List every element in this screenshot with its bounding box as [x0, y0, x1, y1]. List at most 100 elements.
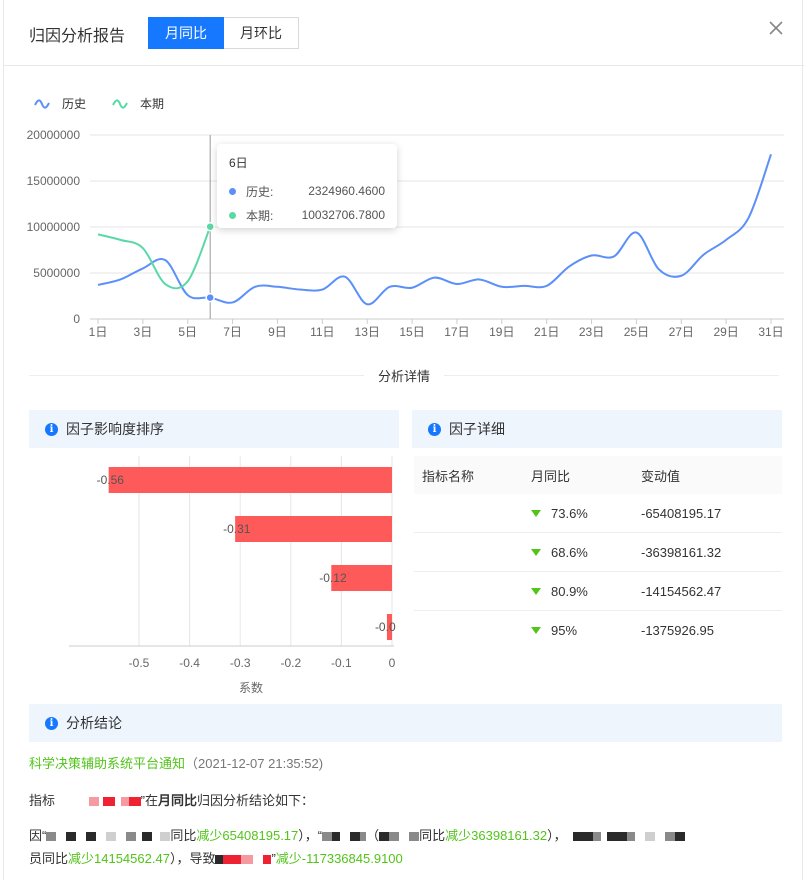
- tab-month-yoy[interactable]: 月同比: [148, 17, 224, 49]
- series-line-history: [97, 153, 772, 306]
- y-tick-label: 15000000: [27, 174, 81, 188]
- x-tick-label: -0.5: [129, 656, 150, 670]
- conclusion-line-2: 因“ 同比减少65408195.17），“ （同比减少36398161.32），: [29, 825, 685, 844]
- text-bold: 月同比: [157, 793, 197, 808]
- notice-time: （2021-12-07 21:35:52): [185, 756, 324, 771]
- modal-title: 归因分析报告: [29, 28, 126, 45]
- table-row: 73.6% -65408195.17: [414, 494, 782, 533]
- y-tick-label: 20000000: [27, 128, 81, 142]
- panel-title: 因子影响度排序: [66, 421, 164, 437]
- series-line-current: [97, 226, 212, 290]
- panel-title: 因子详细: [449, 421, 505, 437]
- cell-change: -14154562.47: [641, 583, 722, 599]
- redacted-block: [215, 851, 272, 866]
- factor-ranking-header: i 因子影响度排序: [29, 410, 399, 448]
- cell-ratio: 80.9%: [521, 584, 631, 599]
- cell-ratio: 73.6%: [521, 506, 631, 521]
- text: 归因分析结论如下：: [197, 793, 315, 808]
- text: 同比: [170, 828, 197, 843]
- text: ），“: [298, 828, 323, 843]
- hover-point: [205, 292, 215, 303]
- ratio-value: 95%: [551, 623, 578, 638]
- table-row: 95% -1375926.95: [414, 611, 782, 650]
- x-tick-label: 27日: [669, 325, 694, 339]
- text: 因“: [29, 828, 47, 843]
- legend-label: 本期: [140, 97, 165, 111]
- cell-name: [414, 572, 521, 611]
- cell-change: -65408195.17: [641, 505, 722, 521]
- text: 员同比: [29, 851, 69, 866]
- tooltip-row-current: 本期: 10032706.7800: [229, 203, 385, 227]
- factor-bar: [108, 467, 392, 493]
- redacted-block: [322, 828, 367, 843]
- x-tick-label: -0.1: [331, 656, 352, 670]
- conclusion-line-3: 员同比减少14154562.47），导致 ”减少-117336845.9100: [29, 848, 403, 867]
- x-tick-label: 0: [389, 656, 396, 670]
- factor-bar-chart[interactable]: -0.5 -0.4 -0.3 -0.2 -0.1 0 系数 -0.56 -0.31 -0.12 -0…: [29, 450, 409, 700]
- text: （: [366, 828, 380, 843]
- ratio-value: 80.9%: [551, 583, 588, 599]
- tooltip-row-history: 历史: 2324960.4600: [229, 179, 385, 203]
- notice-source[interactable]: 科学决策辅助系统平台通知: [29, 756, 185, 771]
- x-tick-label: -0.3: [230, 656, 251, 670]
- table-header: 指标名称 月同比 变动值: [414, 456, 782, 494]
- x-tick-label: 23日: [579, 325, 604, 339]
- col-header-change: 变动值: [641, 468, 681, 484]
- cell-name: [414, 611, 521, 650]
- hover-point: [205, 221, 215, 232]
- x-tick-label: 7日: [223, 325, 242, 339]
- x-tick-label: 13日: [355, 325, 380, 339]
- modal-header: 归因分析报告 月同比 月环比: [4, 0, 804, 66]
- x-tick-label: 17日: [444, 325, 469, 339]
- down-triangle-icon: [531, 548, 541, 556]
- y-tick-label: 10000000: [27, 220, 81, 234]
- cell-name: [414, 533, 521, 572]
- table-row: 68.6% -36398161.32: [414, 533, 782, 572]
- text: 指标: [29, 793, 56, 808]
- panel-title: 分析结论: [66, 715, 122, 731]
- legend-item-history[interactable]: 历史: [34, 95, 86, 112]
- x-tick-label: 21日: [534, 325, 559, 339]
- tab-month-mom[interactable]: 月环比: [224, 17, 299, 49]
- text: ），导致: [169, 851, 216, 866]
- section-divider-label: 分析详情: [364, 366, 445, 385]
- down-triangle-icon: [531, 509, 541, 517]
- legend-item-current[interactable]: 本期: [112, 95, 164, 112]
- x-tick-label: -0.4: [179, 656, 200, 670]
- text-decrease: 减少65408195.17: [196, 828, 299, 843]
- col-header-ratio: 月同比: [531, 468, 571, 484]
- conclusion-header: i 分析结论: [29, 704, 782, 742]
- bar-data-label: -0.0: [375, 620, 396, 634]
- tooltip-title: 6日: [229, 156, 248, 170]
- tooltip-series-name: 历史:: [246, 184, 274, 199]
- x-axis-label: 系数: [239, 680, 263, 695]
- x-tick-label: 11日: [310, 325, 334, 339]
- redacted-block: [46, 828, 171, 843]
- conclusion-line-1: 指标 ”在月同比归因分析结论如下：: [29, 790, 314, 809]
- cell-ratio: 95%: [521, 623, 631, 638]
- bar-data-label: -0.56: [97, 473, 125, 487]
- cell-change: -1375926.95: [641, 623, 715, 638]
- text-decrease: 减少14154562.47: [68, 851, 170, 866]
- tooltip-dot: [229, 187, 236, 195]
- line-chart[interactable]: 0 5000000 10000000 15000000 20000000 1日 3日 5日 7日…: [4, 120, 804, 345]
- line-chart-legend: 历史 本期: [34, 95, 190, 112]
- info-icon: i: [45, 716, 58, 730]
- cell-name: [414, 494, 521, 533]
- x-tick-label: 5日: [178, 325, 197, 339]
- legend-label: 历史: [62, 97, 87, 111]
- cell-change: -36398161.32: [641, 544, 722, 560]
- bar-data-label: -0.12: [319, 571, 347, 585]
- redacted-block: [379, 828, 420, 843]
- cell-ratio: 68.6%: [521, 545, 631, 560]
- x-tick-label: 9日: [268, 325, 287, 339]
- text: ”在: [140, 793, 158, 808]
- col-header-name: 指标名称: [422, 468, 475, 484]
- redacted-block: [572, 828, 685, 843]
- factor-detail-header: i 因子详细: [412, 410, 782, 448]
- text-decrease: 减少36398161.32: [445, 828, 548, 843]
- wave-icon: [112, 98, 128, 109]
- y-tick-label: 0: [73, 312, 80, 326]
- close-icon[interactable]: [766, 18, 786, 38]
- tooltip-value: 2324960.4600: [308, 184, 385, 198]
